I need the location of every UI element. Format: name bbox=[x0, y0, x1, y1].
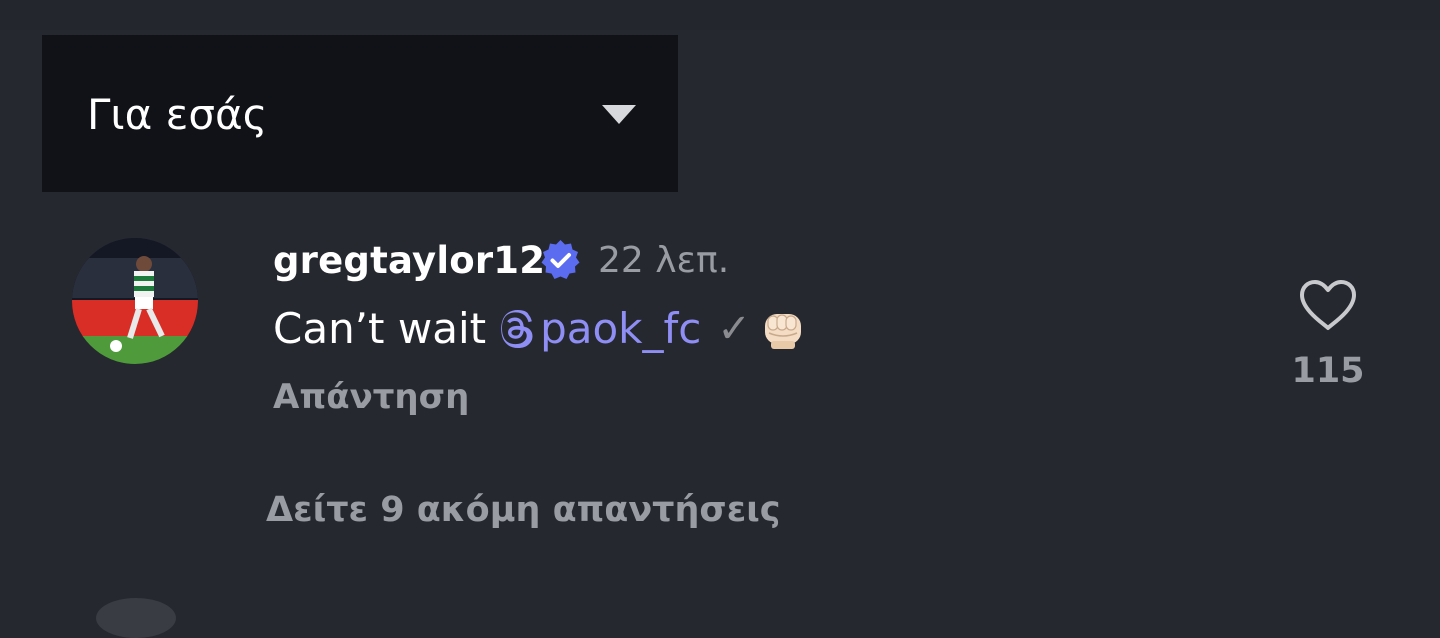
comment-username[interactable]: gregtaylor12 bbox=[273, 238, 545, 284]
comment-text: Can’t wait bbox=[273, 304, 487, 353]
feed-filter-dropdown[interactable]: Για εσάς bbox=[42, 35, 678, 192]
check-mark: ✓ bbox=[717, 306, 751, 352]
verified-badge-icon bbox=[541, 240, 580, 279]
mention-link[interactable]: paok_fc bbox=[500, 302, 701, 356]
feed-filter-label: Για εσάς bbox=[87, 90, 268, 139]
comment-body: Can’t wait paok_fc ✓ bbox=[273, 302, 807, 356]
view-more-replies-link[interactable]: Δείτε 9 ακόμη απαντήσεις bbox=[266, 487, 781, 533]
fist-emoji-icon bbox=[764, 314, 801, 349]
heart-icon[interactable] bbox=[1298, 278, 1358, 332]
top-bar bbox=[0, 0, 1440, 30]
comment-timestamp: 22 λεπ. bbox=[598, 240, 730, 281]
like-count: 115 bbox=[1291, 351, 1365, 391]
next-comment-avatar bbox=[96, 598, 176, 638]
reply-button[interactable]: Απάντηση bbox=[273, 374, 469, 420]
avatar[interactable] bbox=[72, 238, 198, 364]
mention-handle: paok_fc bbox=[540, 304, 702, 353]
chevron-down-icon bbox=[602, 105, 636, 124]
threads-logo-icon bbox=[501, 310, 533, 348]
